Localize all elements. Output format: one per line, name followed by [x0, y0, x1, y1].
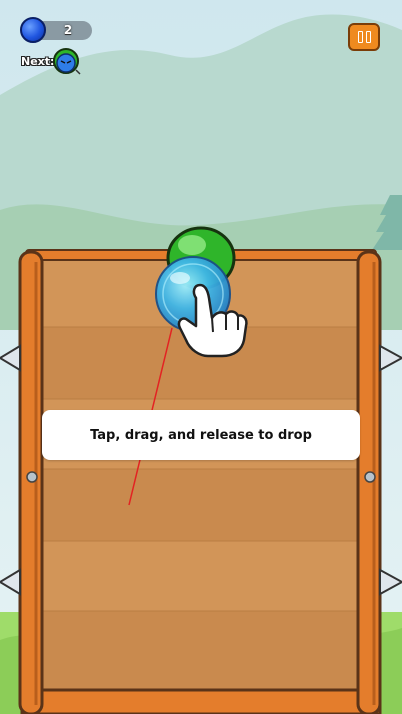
pointing-hand-icon — [177, 283, 248, 358]
pause-icon-bar — [365, 31, 371, 43]
pause-button[interactable] — [348, 23, 380, 51]
pause-icon — [357, 31, 363, 43]
blue-ball-icon — [20, 17, 46, 43]
ball-count: 2 — [63, 23, 73, 37]
next-label: Next: — [21, 55, 55, 68]
tutorial-hint-text: Tap, drag, and release to drop — [90, 427, 312, 443]
next-item-icon — [53, 48, 81, 75]
tutorial-hint-banner: Tap, drag, and release to drop — [42, 410, 360, 460]
